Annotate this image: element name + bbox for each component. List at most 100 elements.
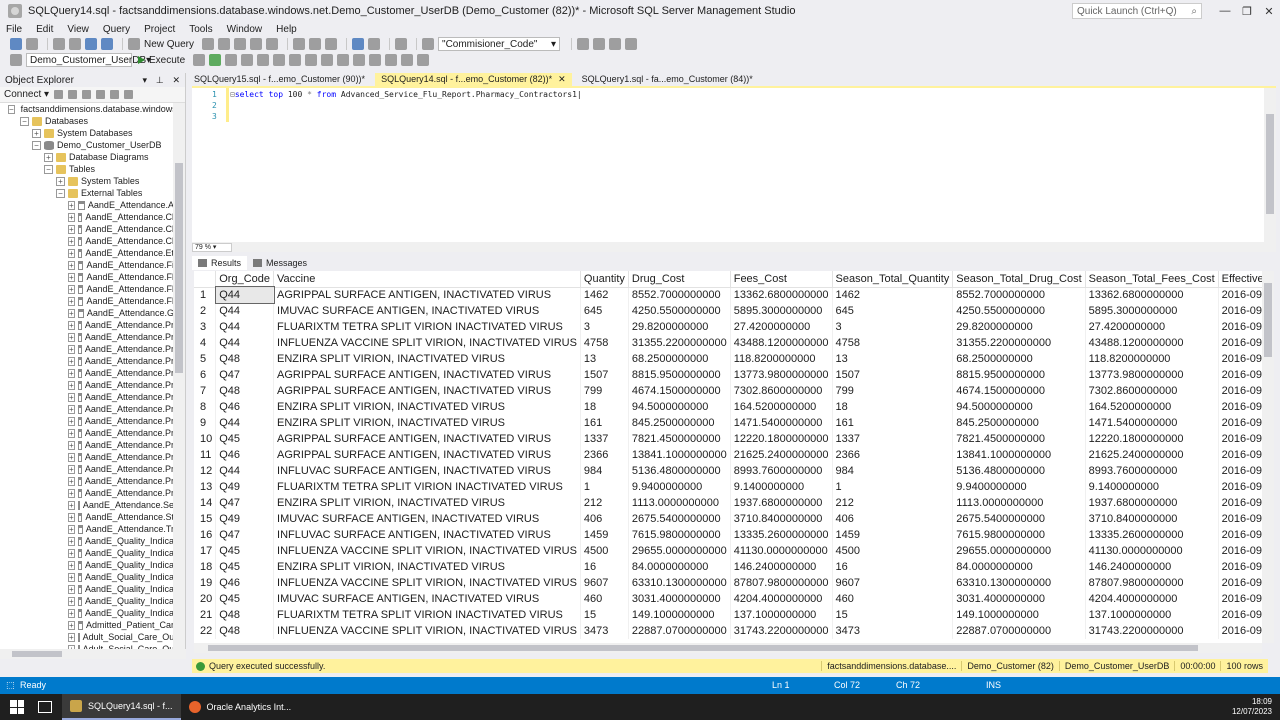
menu-window[interactable]: Window — [227, 24, 263, 35]
table-cell[interactable]: 1 — [580, 479, 629, 495]
row-number[interactable]: 10 — [194, 431, 217, 447]
row-number[interactable]: 13 — [194, 479, 217, 495]
include-plan-icon[interactable] — [273, 54, 286, 66]
table-cell[interactable]: 2366 — [832, 447, 954, 463]
table-cell[interactable]: 15 — [580, 607, 629, 623]
back-icon[interactable] — [10, 38, 22, 50]
table-cell[interactable]: 118.8200000000 — [1085, 351, 1219, 367]
task-view-icon[interactable] — [38, 701, 52, 713]
table-cell[interactable]: 161 — [832, 415, 954, 431]
table-row[interactable]: 21 Q48 FLUARIXTM TETRA SPLIT VIRION INACTI… — [194, 607, 1274, 623]
table-cell[interactable]: 1113.0000000000 — [952, 495, 1086, 511]
display-plan-icon[interactable] — [225, 54, 238, 66]
expand-icon[interactable]: + — [68, 536, 75, 546]
expand-icon[interactable]: + — [68, 248, 75, 258]
system-clock[interactable]: 18:09 12/07/2023 — [1232, 697, 1272, 717]
table-row[interactable]: 3 Q44 FLUARIXTM TETRA SPLIT VIRION INACTIV… — [194, 319, 1274, 335]
expand-icon[interactable]: + — [68, 452, 75, 462]
mdx-query-icon[interactable] — [234, 38, 247, 50]
row-number[interactable]: 4 — [194, 335, 217, 351]
menu-help[interactable]: Help — [276, 24, 297, 35]
table-cell[interactable]: 1507 — [580, 367, 629, 383]
table-cell[interactable]: INFLUVAC SURFACE ANTIGEN, INACTIVATED VI… — [273, 463, 581, 479]
table-cell[interactable]: 7615.9800000000 — [952, 527, 1086, 543]
table-cell[interactable]: 149.1000000000 — [952, 607, 1086, 623]
table-row[interactable]: 5 Q48 ENZIRA SPLIT VIRION, INACTIVATED VIR… — [194, 351, 1274, 367]
table-cell[interactable]: 137.1000000000 — [730, 607, 833, 623]
table-row[interactable]: 13 Q49 FLUARIXTM TETRA SPLIT VIRION INACTI… — [194, 479, 1274, 495]
results-to-file-icon[interactable] — [337, 54, 350, 66]
table-cell[interactable]: ENZIRA SPLIT VIRION, INACTIVATED VIRUS — [273, 415, 581, 431]
row-number[interactable]: 5 — [194, 351, 217, 367]
intellisense-icon[interactable] — [257, 54, 270, 66]
grid-corner[interactable] — [194, 271, 217, 288]
tree-node[interactable]: + AandE_Quality_Indica — [0, 595, 174, 607]
table-cell[interactable]: 845.2500000000 — [628, 415, 731, 431]
document-tab[interactable]: SQLQuery15.sql - f...emo_Customer (90))* — [188, 73, 371, 86]
table-cell[interactable]: 31355.2200000000 — [952, 335, 1086, 351]
table-row[interactable]: 6 Q47 AGRIPPAL SURFACE ANTIGEN, INACTIVATE… — [194, 367, 1274, 383]
table-cell[interactable]: 406 — [580, 511, 629, 527]
expand-icon[interactable]: + — [68, 236, 75, 246]
table-cell[interactable]: 4204.4000000000 — [1085, 591, 1219, 607]
expand-icon[interactable]: + — [68, 272, 75, 282]
expand-icon[interactable]: + — [68, 632, 75, 642]
table-cell[interactable]: 13841.1000000000 — [952, 447, 1086, 463]
table-cell[interactable]: 7821.4500000000 — [628, 431, 731, 447]
table-cell[interactable]: 16 — [832, 559, 954, 575]
expand-icon[interactable]: + — [68, 332, 75, 342]
table-cell[interactable]: 3 — [580, 319, 629, 335]
menu-view[interactable]: View — [67, 24, 89, 35]
table-cell[interactable]: 13335.2600000000 — [730, 527, 833, 543]
stop-icon[interactable] — [82, 90, 92, 99]
table-cell[interactable]: Q48 — [215, 351, 275, 367]
table-row[interactable]: 15 Q49 IMUVAC SURFACE ANTIGEN, INACTIVATED… — [194, 511, 1274, 527]
close-icon[interactable]: ✕ — [172, 75, 180, 85]
row-number[interactable]: 2 — [194, 303, 217, 319]
expand-icon[interactable]: + — [68, 488, 75, 498]
table-cell[interactable]: AGRIPPAL SURFACE ANTIGEN, INACTIVATED VI… — [273, 367, 581, 383]
table-cell[interactable]: 3031.4000000000 — [952, 591, 1086, 607]
row-number[interactable]: 7 — [194, 383, 217, 399]
table-cell[interactable]: 27.4200000000 — [1085, 319, 1219, 335]
results-grid[interactable]: Org_Code Vaccine Quantity Drug_Cost Fees_Cos… — [194, 271, 1274, 643]
column-header[interactable]: Season_Total_Fees_Cost — [1085, 271, 1219, 288]
pin-icon[interactable]: ▾ — [143, 75, 148, 85]
column-header[interactable]: Season_Total_Quantity — [832, 271, 954, 288]
table-cell[interactable]: 406 — [832, 511, 954, 527]
tree-node[interactable]: + AandE_Attendance.St — [0, 511, 174, 523]
table-cell[interactable]: 1937.6800000000 — [1085, 495, 1219, 511]
table-cell[interactable]: 2366 — [580, 447, 629, 463]
disconnect-icon[interactable] — [68, 90, 78, 99]
table-cell[interactable]: ENZIRA SPLIT VIRION, INACTIVATED VIRUS — [273, 399, 581, 415]
table-cell[interactable]: Q45 — [215, 431, 275, 447]
taskbar-item-ssms[interactable]: SQLQuery14.sql - f... — [62, 694, 181, 720]
table-cell[interactable]: ENZIRA SPLIT VIRION, INACTIVATED VIRUS — [273, 559, 581, 575]
find-icon[interactable] — [422, 38, 435, 50]
table-cell[interactable]: 7615.9800000000 — [628, 527, 731, 543]
table-cell[interactable]: 63310.1300000000 — [628, 575, 731, 591]
table-row[interactable]: 18 Q45 ENZIRA SPLIT VIRION, INACTIVATED VI… — [194, 559, 1274, 575]
analysis-query-icon[interactable] — [218, 38, 231, 50]
tree-node[interactable]: + AandE_Attendance.Pr — [0, 319, 174, 331]
table-cell[interactable]: 68.2500000000 — [952, 351, 1086, 367]
table-cell[interactable]: 13773.9800000000 — [730, 367, 833, 383]
table-cell[interactable]: 4758 — [832, 335, 954, 351]
table-cell[interactable]: 7302.8600000000 — [730, 383, 833, 399]
table-row[interactable]: 7 Q48 AGRIPPAL SURFACE ANTIGEN, INACTIVATE… — [194, 383, 1274, 399]
tree-node[interactable]: + AandE_Quality_Indica — [0, 535, 174, 547]
auto-hide-icon[interactable]: ⊥ — [156, 75, 164, 85]
expand-icon[interactable]: + — [68, 416, 75, 426]
client-statistics-icon[interactable] — [289, 54, 302, 66]
tree-node[interactable]: − Tables — [0, 163, 174, 175]
table-cell[interactable]: 164.5200000000 — [730, 399, 833, 415]
execute-button[interactable]: Execute — [138, 55, 185, 66]
table-cell[interactable]: 8552.7000000000 — [952, 287, 1086, 303]
table-cell[interactable]: AGRIPPAL SURFACE ANTIGEN, INACTIVATED VI… — [273, 383, 581, 399]
cut-icon[interactable] — [293, 38, 306, 50]
table-cell[interactable]: 3473 — [832, 623, 954, 639]
table-cell[interactable]: 12220.1800000000 — [730, 431, 833, 447]
tree-node[interactable]: + AandE_Attendance.Pr — [0, 367, 174, 379]
table-cell[interactable]: 13362.6800000000 — [730, 287, 833, 303]
refresh-icon[interactable] — [110, 90, 120, 99]
